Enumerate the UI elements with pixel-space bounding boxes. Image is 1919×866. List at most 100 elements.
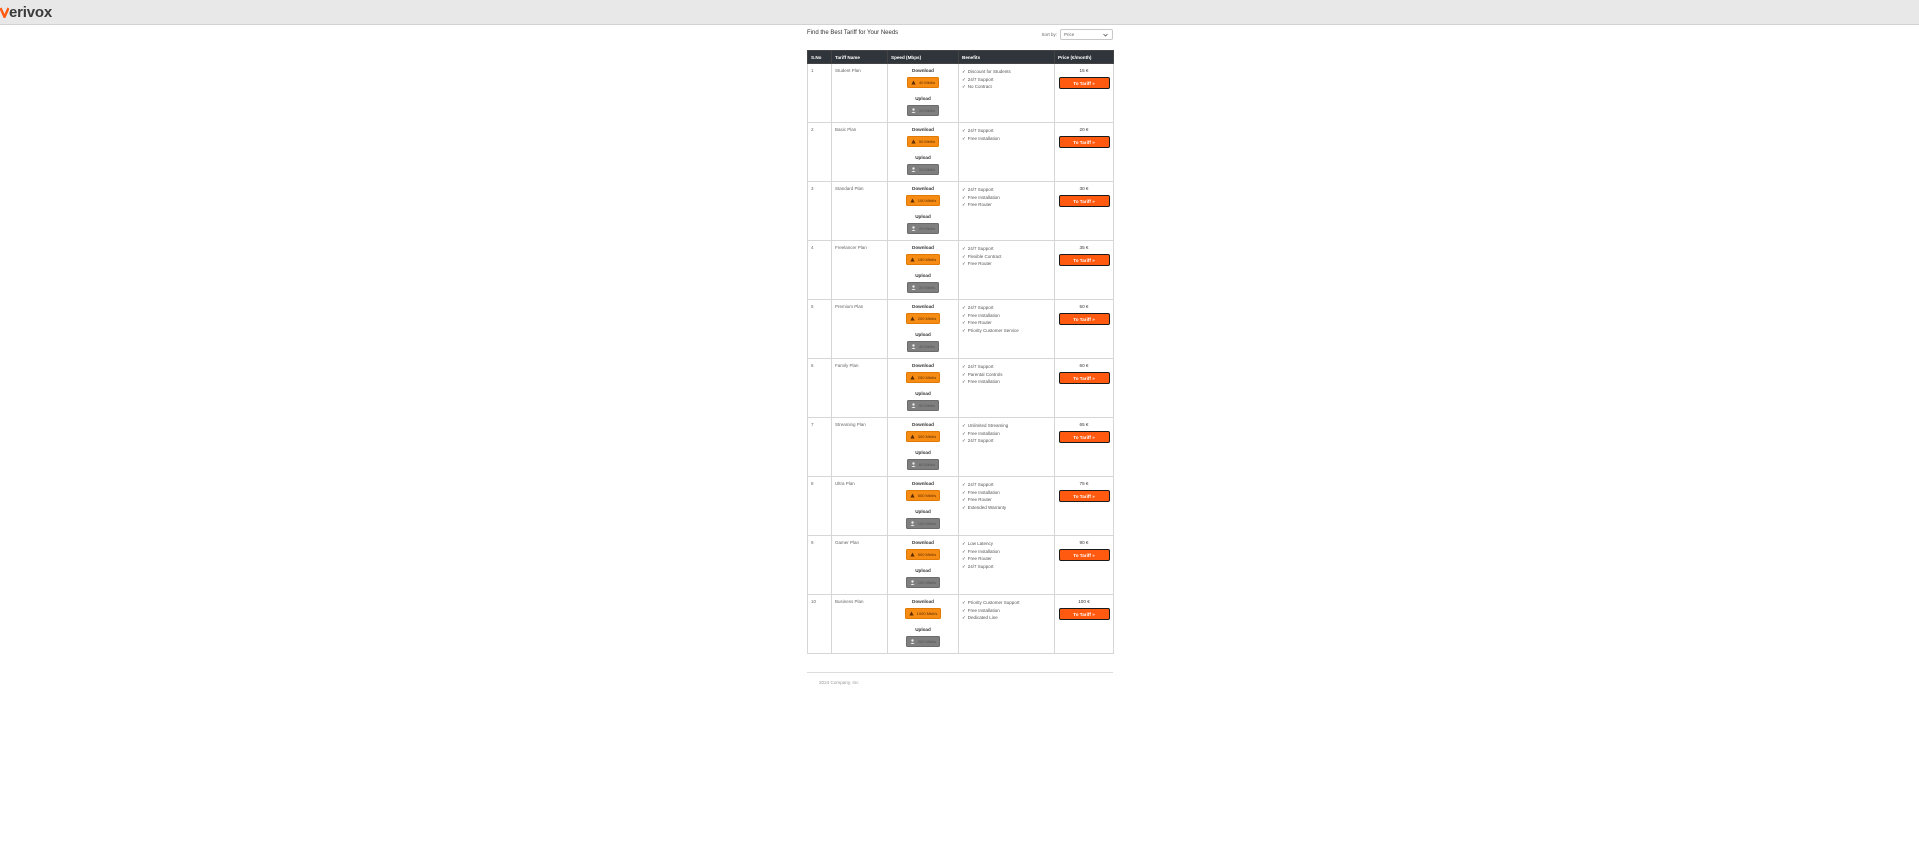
benefit-text: Discount for Students bbox=[967, 69, 1011, 74]
download-speed-badge[interactable]: 500 Mbit/s bbox=[905, 549, 941, 560]
benefit-text: Priority Customer Support bbox=[967, 600, 1020, 605]
to-tariff-button[interactable]: To Tariff » bbox=[1058, 313, 1110, 325]
benefit-item: ✓ Free Installation bbox=[962, 489, 1051, 497]
upload-label: Upload bbox=[915, 391, 931, 396]
benefit-text: Parental Controls bbox=[967, 371, 1003, 377]
upload-label: Upload bbox=[915, 568, 931, 573]
check-icon: ✓ bbox=[962, 312, 966, 318]
download-speed-badge[interactable]: 500 Mbit/s bbox=[905, 490, 941, 501]
user-icon bbox=[911, 344, 916, 349]
benefit-item: ✓ Free Router bbox=[962, 260, 1051, 268]
to-tariff-button[interactable]: To Tariff » bbox=[1058, 608, 1110, 620]
table-row: 6 Family Plan Download 250 Mbit/s Upload 50 M… bbox=[807, 358, 1114, 418]
cell-speed: Download 1000 Mbit/s Upload 200 Mbit/s bbox=[887, 594, 959, 654]
download-speed-badge[interactable]: 100 Mbit/s bbox=[905, 195, 941, 206]
to-tariff-button[interactable]: To Tariff » bbox=[1058, 254, 1110, 266]
benefit-text: 24/7 Support bbox=[967, 76, 994, 82]
cell-tariff-name: Family Plan bbox=[831, 358, 888, 418]
cell-price: 50 € To Tariff » bbox=[1054, 299, 1114, 359]
sort-select[interactable]: Price bbox=[1060, 29, 1113, 40]
user-icon bbox=[911, 403, 916, 408]
upload-label: Upload bbox=[915, 332, 931, 337]
upload-speed-badge[interactable]: 100 Mbit/s bbox=[905, 518, 941, 529]
download-speed-badge[interactable]: 150 Mbit/s bbox=[905, 254, 941, 265]
benefit-item: ✓ 24/7 Support bbox=[962, 481, 1051, 489]
benefit-text: Low Latency bbox=[967, 541, 994, 546]
sort-selected-value: Price bbox=[1064, 32, 1075, 37]
cell-tariff-name: Premium Plan bbox=[831, 299, 888, 359]
table-row: 5 Premium Plan Download 200 Mbit/s Upload 40 … bbox=[807, 299, 1114, 359]
main-content: Find the Best Tariff for Your Needs Sort… bbox=[807, 28, 1114, 685]
benefit-item: ✓ Free Router bbox=[962, 496, 1051, 504]
benefit-text: Free Installation bbox=[967, 548, 1000, 554]
cell-benefits: ✓ Unlimited Streaming ✓ Free Installation ✓ 2… bbox=[958, 417, 1055, 477]
to-tariff-button[interactable]: To Tariff » bbox=[1058, 549, 1110, 561]
price-value: 50 € bbox=[1079, 304, 1089, 309]
table-row: 3 Standard Plan Download 100 Mbit/s Upload 20… bbox=[807, 181, 1114, 241]
tariff-table: S.No Tariff Name Speed (Mbps) Benefits P… bbox=[807, 50, 1114, 654]
cell-speed: Download 40 Mbit/s Upload 10 Mbit/s bbox=[887, 63, 959, 123]
upload-speed-badge[interactable]: 200 Mbit/s bbox=[905, 636, 941, 647]
upload-label: Upload bbox=[915, 155, 931, 160]
download-speed-badge[interactable]: 50 Mbit/s bbox=[906, 136, 940, 147]
benefit-text: Unlimited Streaming bbox=[967, 423, 1009, 428]
column-header-benefits: Benefits bbox=[958, 50, 1055, 64]
download-label: Download bbox=[912, 481, 934, 486]
to-tariff-button[interactable]: To Tariff » bbox=[1058, 195, 1110, 207]
to-tariff-button[interactable]: To Tariff » bbox=[1058, 77, 1110, 89]
check-icon: ✓ bbox=[962, 607, 966, 613]
brand-logo[interactable]: erivox bbox=[0, 4, 52, 21]
price-value: 20 € bbox=[1079, 127, 1089, 132]
column-header-price: Price (€/month) bbox=[1054, 50, 1114, 64]
download-label: Download bbox=[912, 540, 934, 545]
benefit-text: Free Installation bbox=[967, 312, 1000, 318]
upload-speed-badge[interactable]: 60 Mbit/s bbox=[906, 459, 940, 470]
upload-label: Upload bbox=[915, 96, 931, 101]
check-icon: ✓ bbox=[962, 305, 966, 310]
to-tariff-button[interactable]: To Tariff » bbox=[1058, 372, 1110, 384]
check-icon: ✓ bbox=[962, 253, 966, 259]
check-icon: ✓ bbox=[962, 320, 966, 326]
download-label: Download bbox=[912, 422, 934, 427]
download-speed-badge[interactable]: 1000 Mbit/s bbox=[904, 608, 942, 619]
download-speed-badge[interactable]: 40 Mbit/s bbox=[906, 77, 940, 88]
cell-sno: 9 bbox=[807, 535, 832, 595]
benefit-item: ✓ Free Installation bbox=[962, 194, 1051, 202]
upload-speed-badge[interactable]: 40 Mbit/s bbox=[906, 341, 940, 352]
cell-price: 35 € To Tariff » bbox=[1054, 240, 1114, 300]
cell-sno: 6 bbox=[807, 358, 832, 418]
upload-speed-badge[interactable]: 20 Mbit/s bbox=[906, 223, 940, 234]
column-header-tariff-name: Tariff Name bbox=[831, 50, 888, 64]
upload-speed-badge[interactable]: 10 Mbit/s bbox=[906, 164, 940, 175]
benefit-item: ✓ Free Installation bbox=[962, 378, 1051, 386]
upload-speed-badge[interactable]: 30 Mbit/s bbox=[906, 282, 940, 293]
price-value: 35 € bbox=[1079, 245, 1089, 250]
to-tariff-button[interactable]: To Tariff » bbox=[1058, 490, 1110, 502]
download-speed-badge[interactable]: 250 Mbit/s bbox=[905, 372, 941, 383]
to-tariff-button[interactable]: To Tariff » bbox=[1058, 431, 1110, 443]
footer-divider bbox=[807, 672, 1113, 673]
to-tariff-button[interactable]: To Tariff » bbox=[1058, 136, 1110, 148]
upload-speed-value: 10 Mbit/s bbox=[918, 167, 936, 172]
download-speed-value: 1000 Mbit/s bbox=[916, 611, 938, 616]
download-speed-badge[interactable]: 200 Mbit/s bbox=[905, 313, 941, 324]
benefit-text: Free Router bbox=[967, 556, 992, 562]
check-icon: ✓ bbox=[962, 556, 966, 562]
sort-control: Sort by: Price bbox=[1041, 29, 1113, 40]
cell-tariff-name: Business Plan bbox=[831, 594, 888, 654]
upload-speed-badge[interactable]: 10 Mbit/s bbox=[906, 105, 940, 116]
user-icon bbox=[911, 462, 916, 467]
benefit-text: No Contract bbox=[967, 84, 992, 90]
upload-speed-value: 20 Mbit/s bbox=[918, 226, 936, 231]
upload-speed-badge[interactable]: 50 Mbit/s bbox=[906, 400, 940, 411]
cell-sno: 8 bbox=[807, 476, 832, 536]
benefit-item: ✓ Free Installation bbox=[962, 312, 1051, 320]
benefit-item: ✓ Free Router bbox=[962, 319, 1051, 327]
upload-speed-value: 40 Mbit/s bbox=[918, 344, 936, 349]
upload-speed-badge[interactable]: 100 Mbit/s bbox=[905, 577, 941, 588]
cell-price: 60 € To Tariff » bbox=[1054, 358, 1114, 418]
check-icon: ✓ bbox=[962, 76, 966, 82]
column-header-speed: Speed (Mbps) bbox=[887, 50, 959, 64]
download-speed-badge[interactable]: 300 Mbit/s bbox=[905, 431, 941, 442]
cell-sno: 10 bbox=[807, 594, 832, 654]
